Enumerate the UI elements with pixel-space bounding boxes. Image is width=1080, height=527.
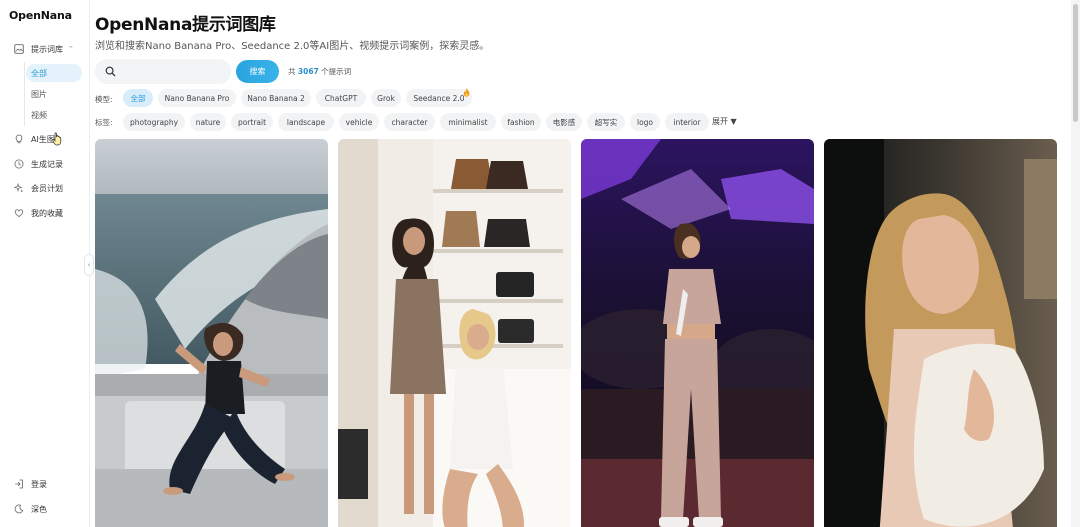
sidebar-item-label: 提示词库 [31,44,63,54]
sidebar-item-favorites[interactable]: 我的收藏 [0,202,89,224]
sidebar-item-label: 我的收藏 [31,208,63,218]
tag-chip-8[interactable]: 电影感 [546,113,582,131]
sidebar-item-login[interactable]: 登录 [0,473,89,495]
lightbulb-icon [13,133,25,145]
chevron-left-icon: ‹ [87,261,91,269]
tag-chip-4[interactable]: vehicle [339,113,379,131]
sidebar-collapse-handle[interactable]: ‹ [84,254,94,276]
model-chip-nano-banana-pro[interactable]: Nano Banana Pro [158,89,236,107]
heart-icon [13,207,25,219]
tag-filter-label: 标签: [95,118,113,127]
tag-chip-3[interactable]: landscape [278,113,334,131]
sidebar-item-label: 深色 [31,504,47,514]
page-scrollbar[interactable] [1071,0,1080,527]
tag-chip-9[interactable]: 超写实 [587,113,625,131]
model-chip-nano-banana-2[interactable]: Nano Banana 2 [241,89,311,107]
sidebar-item-prompt-library[interactable]: 提示词库 ⌃ [0,38,89,60]
sidebar-item-dark-mode[interactable]: 深色 [0,498,89,520]
clock-icon [13,158,25,170]
sidebar-subitem-videos[interactable]: 视频 [26,106,82,124]
photo-woman-on-yacht [95,139,328,527]
sidebar-item-membership[interactable]: 会员计划 [0,177,89,199]
hand-cursor-icon [52,132,62,146]
sidebar-item-label: 会员计划 [31,183,63,193]
expand-tags-button[interactable]: 展开 ▼ [712,116,737,127]
search-box[interactable] [95,59,231,84]
sidebar-item-history[interactable]: 生成记录 [0,153,89,175]
sidebar-subitem-all[interactable]: 全部 [26,64,82,82]
tag-chip-7[interactable]: fashion [501,113,541,131]
tag-chip-5[interactable]: character [384,113,435,131]
page-subtitle: 浏览和搜索Nano Banana Pro、Seedance 2.0等AI图片、视… [95,41,490,52]
login-icon [13,478,25,490]
tag-chip-11[interactable]: interior [665,113,709,131]
gallery-card-closet[interactable] [338,139,571,527]
search-input[interactable] [121,63,221,80]
tag-chip-0[interactable]: photography [123,113,185,131]
photo-woman-portrait-blanket [824,139,1057,527]
tag-chip-10[interactable]: logo [630,113,660,131]
gallery-card-portrait[interactable] [824,139,1057,527]
sidebar: OpenNana 提示词库 ⌃ 全部 图片 视频 AI生图 生成记录 会员计划 … [0,0,94,527]
sparkle-icon [13,182,25,194]
model-chip-grok[interactable]: Grok [371,89,401,107]
sidebar-item-label: 生成记录 [31,159,63,169]
app-logo[interactable]: OpenNana [9,9,72,22]
image-icon [13,43,25,55]
sidebar-item-ai-generate[interactable]: AI生图 [0,128,89,150]
tag-chip-6[interactable]: minimalist [440,113,496,131]
sidebar-subitem-images[interactable]: 图片 [26,85,82,103]
gallery-card-stage[interactable] [581,139,814,527]
prompt-count: 共 3067 个提示词 [288,66,351,77]
prompt-count-suffix: 个提示词 [321,67,352,76]
moon-icon [13,503,25,515]
chevron-up-icon[interactable]: ⌃ [68,45,74,53]
prompt-count-value: 3067 [297,67,319,76]
sidebar-item-label: 登录 [31,479,47,489]
photo-singer-on-stage [581,139,814,527]
tag-chip-1[interactable]: nature [190,113,226,131]
fire-icon [463,88,470,97]
model-chip-chatgpt[interactable]: ChatGPT [316,89,366,107]
model-filter-label: 模型: [95,95,113,104]
prompt-count-prefix: 共 [288,67,296,76]
gallery-card-yacht[interactable] [95,139,328,527]
model-chip-all[interactable]: 全部 [123,89,153,107]
photo-two-women-closet [338,139,571,527]
tag-chip-2[interactable]: portrait [231,113,273,131]
search-icon [105,66,116,77]
page-title: OpenNana提示词图库 [95,15,276,35]
scrollbar-thumb[interactable] [1073,4,1078,122]
submenu-divider [24,62,25,126]
search-button[interactable]: 搜索 [236,60,279,83]
